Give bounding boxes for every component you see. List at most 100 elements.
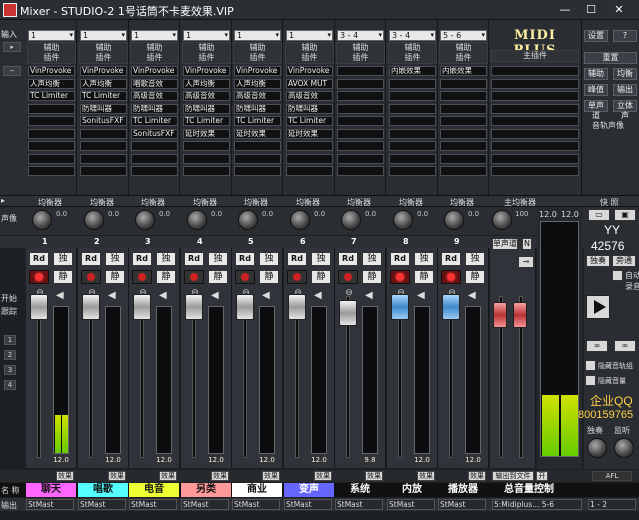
plugin-slot[interactable] bbox=[389, 166, 436, 176]
fx-button[interactable]: 效果 bbox=[262, 471, 280, 481]
loop2-button[interactable]: ∞ bbox=[614, 340, 636, 352]
fx-button[interactable]: 效果 bbox=[56, 471, 74, 481]
output-file-open[interactable]: 开 bbox=[536, 471, 548, 481]
plugin-slot[interactable] bbox=[440, 166, 487, 176]
solo-button[interactable]: 独 bbox=[259, 252, 279, 266]
plugin-slot[interactable]: 人声均衡 bbox=[80, 78, 127, 89]
plugin-slot[interactable] bbox=[440, 153, 487, 164]
loop-button[interactable]: ∞ bbox=[586, 340, 608, 352]
listen-knob[interactable] bbox=[614, 438, 634, 458]
stereo-toggle[interactable]: 立体声 bbox=[613, 100, 637, 120]
fx-button[interactable]: 效果 bbox=[108, 471, 126, 481]
input-select[interactable]: 1 ▾ bbox=[183, 30, 230, 41]
plugin-slot[interactable]: TC Limiter bbox=[183, 116, 230, 126]
pan-knob[interactable] bbox=[341, 210, 361, 230]
plugin-slot[interactable] bbox=[80, 128, 127, 139]
output-select[interactable]: StMast bbox=[387, 499, 435, 510]
bypass-button[interactable]: 旁通 bbox=[612, 255, 636, 267]
pan-knob[interactable] bbox=[187, 210, 207, 230]
plugin-slot[interactable]: VinProvoke bbox=[286, 66, 333, 76]
track-number-button[interactable]: 2 bbox=[4, 350, 16, 360]
plugin-slot[interactable] bbox=[28, 141, 75, 151]
plugin-slot[interactable] bbox=[28, 116, 75, 126]
fx-button[interactable]: 效果 bbox=[468, 471, 486, 481]
plugin-slot[interactable]: TC Limiter bbox=[234, 116, 281, 126]
plugin-slot[interactable] bbox=[234, 141, 281, 151]
master-plugin-slot[interactable] bbox=[491, 116, 579, 126]
fx-button[interactable]: 效果 bbox=[417, 471, 435, 481]
sidebar-collapse-button[interactable]: − bbox=[3, 66, 21, 76]
plugin-slot[interactable] bbox=[131, 141, 178, 151]
main-output-select[interactable]: 1 - 2 bbox=[588, 499, 636, 510]
plugin-slot[interactable]: SonitusFXF bbox=[80, 116, 127, 126]
pan-knob[interactable] bbox=[32, 210, 52, 230]
plugin-slot[interactable]: 内嵌效果 bbox=[440, 66, 487, 76]
plugin-slot[interactable]: SonitusFXF bbox=[131, 128, 178, 139]
plugin-slot[interactable] bbox=[183, 153, 230, 164]
plugin-slot[interactable] bbox=[183, 166, 230, 176]
fx-button[interactable]: 效果 bbox=[365, 471, 383, 481]
mute-button[interactable]: 静 bbox=[414, 270, 434, 284]
aux-toggle[interactable]: 辅助 bbox=[584, 68, 608, 80]
plugin-slot[interactable] bbox=[337, 91, 384, 101]
plugin-slot[interactable]: 人声均衡 bbox=[234, 78, 281, 89]
plugin-slot[interactable] bbox=[337, 153, 384, 164]
plugin-slot[interactable] bbox=[80, 141, 127, 151]
volume-fader[interactable] bbox=[288, 294, 306, 320]
afl-button[interactable]: AFL bbox=[592, 471, 632, 481]
volume-fader[interactable] bbox=[185, 294, 203, 320]
solo-button[interactable]: 独 bbox=[53, 252, 73, 266]
output-select[interactable]: StMast bbox=[78, 499, 126, 510]
plugin-slot[interactable]: TC Limiter bbox=[286, 116, 333, 126]
plugin-slot[interactable]: 唱歌音效 bbox=[131, 78, 178, 89]
fx-button[interactable]: 效果 bbox=[159, 471, 177, 481]
input-select[interactable]: 1 ▾ bbox=[80, 30, 127, 41]
plugin-slot[interactable]: AVOX MUT bbox=[286, 78, 333, 89]
track-number-button[interactable]: 4 bbox=[4, 380, 16, 390]
pan-knob[interactable] bbox=[290, 210, 310, 230]
input-select[interactable]: 3 - 4 ▾ bbox=[337, 30, 384, 41]
hide-group-checkbox[interactable] bbox=[585, 360, 596, 371]
pan-knob[interactable] bbox=[444, 210, 464, 230]
master-fader-r[interactable] bbox=[513, 302, 527, 328]
channel-name[interactable]: 电音 bbox=[129, 483, 179, 497]
volume-fader[interactable] bbox=[442, 294, 460, 320]
mute-button[interactable]: 静 bbox=[105, 270, 125, 284]
plugin-slot[interactable]: VinProvoke bbox=[234, 66, 281, 76]
track-number-button[interactable]: 1 bbox=[4, 335, 16, 345]
mute-button[interactable]: 静 bbox=[53, 270, 73, 284]
play-button[interactable] bbox=[586, 295, 610, 319]
plugin-slot[interactable]: TC Limiter bbox=[80, 91, 127, 101]
plugin-slot[interactable] bbox=[440, 116, 487, 126]
mute-button[interactable]: 静 bbox=[465, 270, 485, 284]
record-arm-button[interactable] bbox=[132, 270, 152, 284]
pan-knob[interactable] bbox=[84, 210, 104, 230]
plugin-slot[interactable] bbox=[389, 153, 436, 164]
plugin-slot[interactable] bbox=[80, 166, 127, 176]
volume-fader[interactable] bbox=[339, 300, 357, 326]
plugin-slot[interactable] bbox=[337, 66, 384, 76]
plugin-slot[interactable] bbox=[131, 153, 178, 164]
record-arm-button[interactable] bbox=[338, 270, 358, 284]
channel-name[interactable]: 变声 bbox=[284, 483, 334, 497]
master-plugin-slot[interactable] bbox=[491, 66, 579, 76]
plugin-slot[interactable]: 防啸叫器 bbox=[286, 103, 333, 114]
read-button[interactable]: Rd bbox=[441, 252, 461, 266]
solo-button[interactable]: 独 bbox=[414, 252, 434, 266]
master-plugin-slot[interactable] bbox=[491, 103, 579, 114]
plugin-slot[interactable] bbox=[337, 128, 384, 139]
mute-button[interactable]: 静 bbox=[362, 270, 382, 284]
plugin-slot[interactable] bbox=[389, 78, 436, 89]
volume-fader[interactable] bbox=[391, 294, 409, 320]
plugin-slot[interactable]: TC Limiter bbox=[131, 116, 178, 126]
plugin-slot[interactable] bbox=[28, 128, 75, 139]
output-select[interactable]: StMast bbox=[284, 499, 332, 510]
master-plugin-slot[interactable] bbox=[491, 166, 579, 176]
eq-toggle[interactable]: 均衡 bbox=[613, 68, 637, 80]
record-arm-button[interactable] bbox=[441, 270, 461, 284]
plugin-slot[interactable]: VinProvoke bbox=[131, 66, 178, 76]
plugin-slot[interactable]: 人声均衡 bbox=[183, 78, 230, 89]
master-plugin-slot[interactable] bbox=[491, 128, 579, 139]
folder-button[interactable]: ▭ bbox=[588, 209, 610, 221]
plugin-slot[interactable] bbox=[440, 78, 487, 89]
